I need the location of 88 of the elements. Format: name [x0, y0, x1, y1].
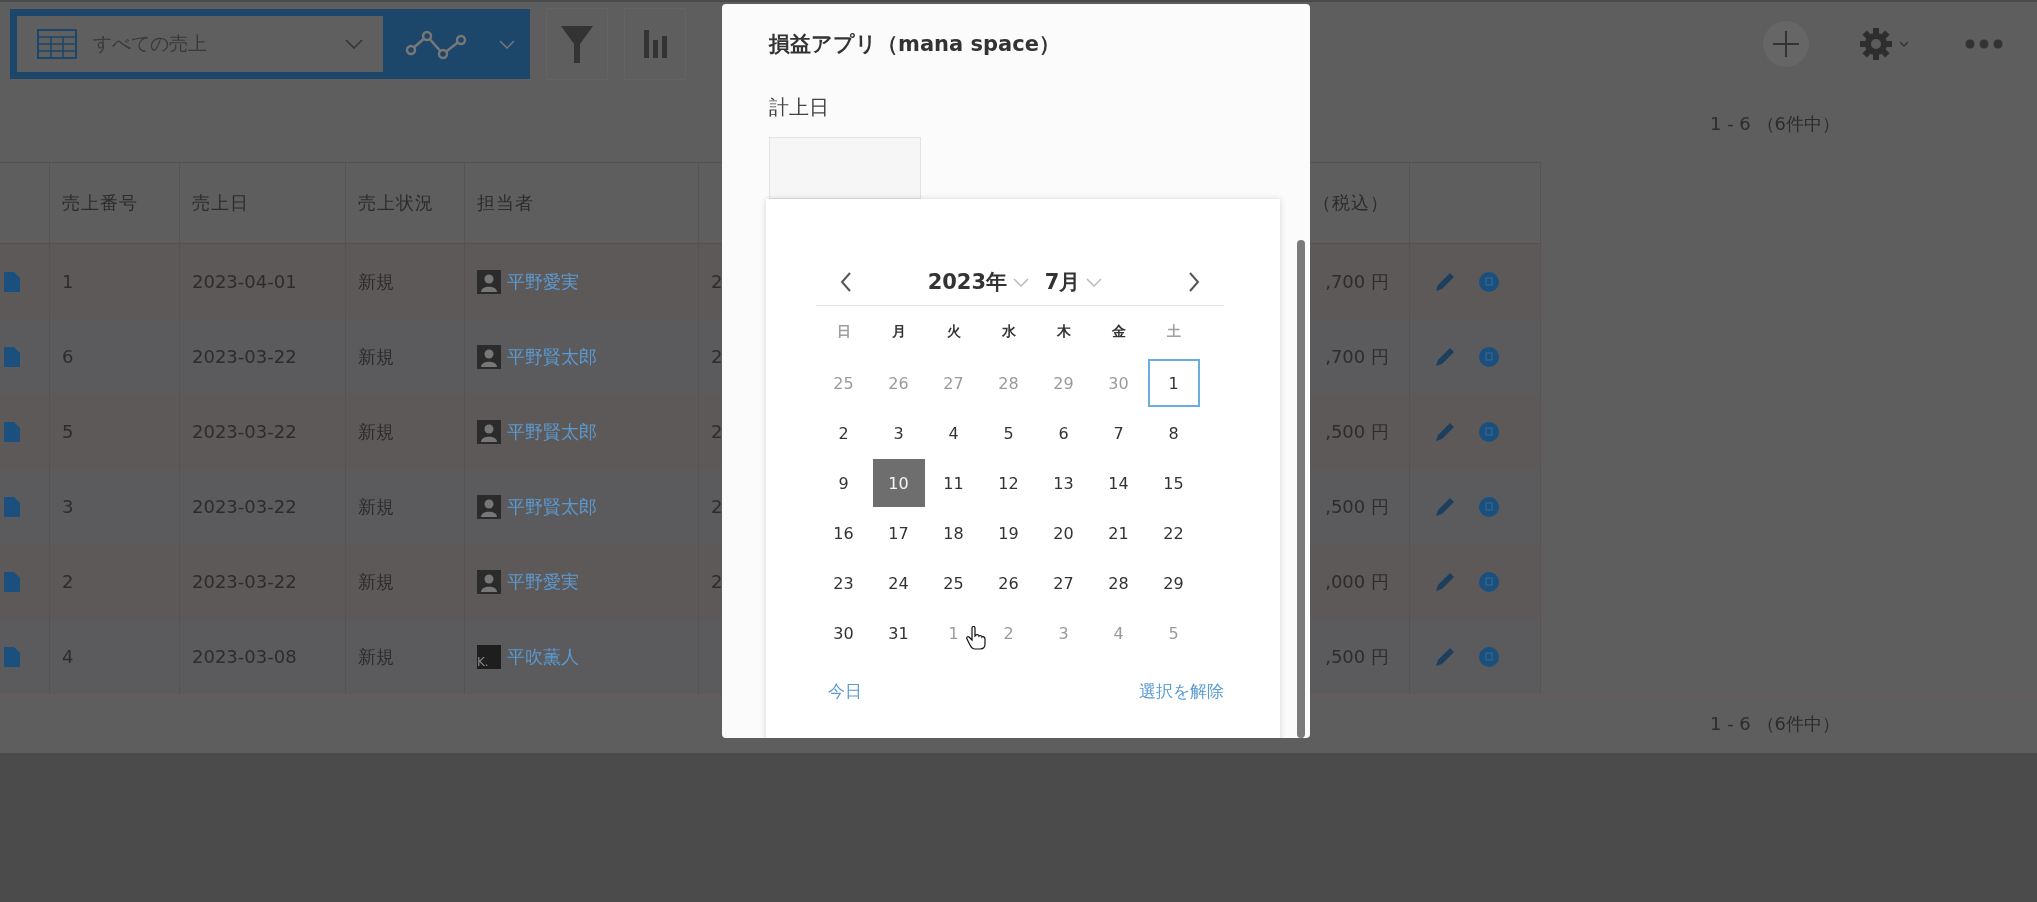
calendar-day[interactable]: 16 [817, 509, 870, 557]
circle-icon[interactable] [1478, 645, 1500, 668]
dialog-title: 損益アプリ（mana space） [769, 31, 1061, 58]
settings-button[interactable] [1859, 27, 1909, 61]
weekday-label: 火 [945, 322, 962, 341]
calendar-day[interactable]: 4 [927, 409, 980, 457]
pencil-icon[interactable] [1434, 420, 1456, 443]
user-avatar-icon [477, 269, 501, 294]
chart-button[interactable] [624, 8, 686, 80]
document-icon[interactable] [4, 271, 20, 292]
circle-icon[interactable] [1478, 570, 1500, 593]
calendar-day[interactable]: 3 [872, 409, 925, 457]
next-month-icon[interactable] [1188, 272, 1200, 292]
calendar-day[interactable]: 21 [1092, 509, 1145, 557]
calendar-day[interactable]: 5 [982, 409, 1035, 457]
calendar-day[interactable]: 11 [927, 459, 980, 507]
more-icon [1965, 38, 2003, 49]
document-icon[interactable] [4, 646, 20, 667]
previous-month-icon[interactable] [840, 272, 852, 292]
chevron-down-icon [1013, 277, 1030, 287]
document-icon[interactable] [4, 421, 20, 442]
weekday-label: 土 [1165, 322, 1182, 341]
calendar-day[interactable]: 8 [1147, 409, 1200, 457]
chevron-down-icon [1899, 41, 1909, 47]
pencil-icon[interactable] [1434, 645, 1456, 668]
weekday-label: 月 [890, 322, 907, 341]
hand-cursor-icon [966, 626, 986, 650]
calendar-day[interactable]: 23 [817, 559, 870, 607]
calendar-day[interactable]: 29 [1147, 559, 1200, 607]
calendar-day[interactable]: 22 [1147, 509, 1200, 557]
user-avatar-icon [477, 569, 501, 594]
circle-icon[interactable] [1478, 495, 1500, 518]
weekday-label: 水 [1000, 322, 1017, 341]
date-input-field[interactable] [769, 137, 921, 199]
calendar-day[interactable]: 17 [872, 509, 925, 557]
calendar-day[interactable]: 2 [817, 409, 870, 457]
calendar-day[interactable]: 27 [1037, 559, 1090, 607]
calendar-day[interactable]: 9 [817, 459, 870, 507]
calendar-day[interactable]: 15 [1147, 459, 1200, 507]
field-label: 計上日 [769, 94, 830, 121]
circle-icon[interactable] [1478, 420, 1500, 443]
add-button[interactable] [1763, 21, 1809, 67]
weekday-label: 日 [835, 322, 852, 341]
year-dropdown[interactable]: 2023年 [927, 268, 1030, 296]
user-avatar: K. [477, 644, 501, 669]
document-icon[interactable] [4, 346, 20, 367]
scrollbar[interactable] [1297, 240, 1305, 738]
user-avatar-icon [477, 419, 501, 444]
calendar-day[interactable]: 10 [872, 459, 925, 507]
calendar-day[interactable]: 25 [927, 559, 980, 607]
pencil-icon[interactable] [1434, 345, 1456, 368]
weekday-label: 金 [1110, 322, 1127, 341]
calendar-day[interactable]: 31 [872, 609, 925, 657]
document-icon[interactable] [4, 571, 20, 592]
calendar-day[interactable]: 13 [1037, 459, 1090, 507]
user-avatar-icon [477, 494, 501, 519]
circle-icon[interactable] [1478, 270, 1500, 293]
plus-icon [1772, 30, 1800, 58]
calendar-day[interactable]: 12 [982, 459, 1035, 507]
calendar-day[interactable]: 6 [1037, 409, 1090, 457]
calendar-day[interactable]: 30 [817, 609, 870, 657]
calendar-day[interactable]: 24 [872, 559, 925, 607]
user-avatar-icon [477, 344, 501, 369]
bar-chart-icon [642, 28, 668, 60]
circle-icon[interactable] [1478, 345, 1500, 368]
calendar-day[interactable]: 18 [927, 509, 980, 557]
calendar-day[interactable]: 14 [1092, 459, 1145, 507]
pencil-icon[interactable] [1434, 570, 1456, 593]
document-icon[interactable] [4, 496, 20, 517]
calendar-day[interactable]: 26 [982, 559, 1035, 607]
weekday-label: 木 [1055, 322, 1072, 341]
chevron-down-icon [1086, 277, 1103, 287]
calendar-day[interactable]: 7 [1092, 409, 1145, 457]
filter-button[interactable] [546, 8, 608, 80]
calendar-day[interactable]: 19 [982, 509, 1035, 557]
pencil-icon[interactable] [1434, 270, 1456, 293]
pencil-icon[interactable] [1434, 495, 1456, 518]
calendar-day[interactable]: 20 [1037, 509, 1090, 557]
calendar-day[interactable]: 1 [1147, 359, 1200, 407]
calendar-day[interactable]: 28 [1092, 559, 1145, 607]
filter-icon [560, 24, 594, 64]
graph-menu-button[interactable] [390, 9, 530, 79]
line-graph-icon [405, 28, 469, 60]
settings-icon [1859, 27, 1893, 61]
table-icon [37, 29, 77, 59]
chevron-down-icon [345, 39, 363, 49]
month-dropdown[interactable]: 7月 [1044, 268, 1103, 296]
chevron-down-icon [499, 39, 515, 49]
